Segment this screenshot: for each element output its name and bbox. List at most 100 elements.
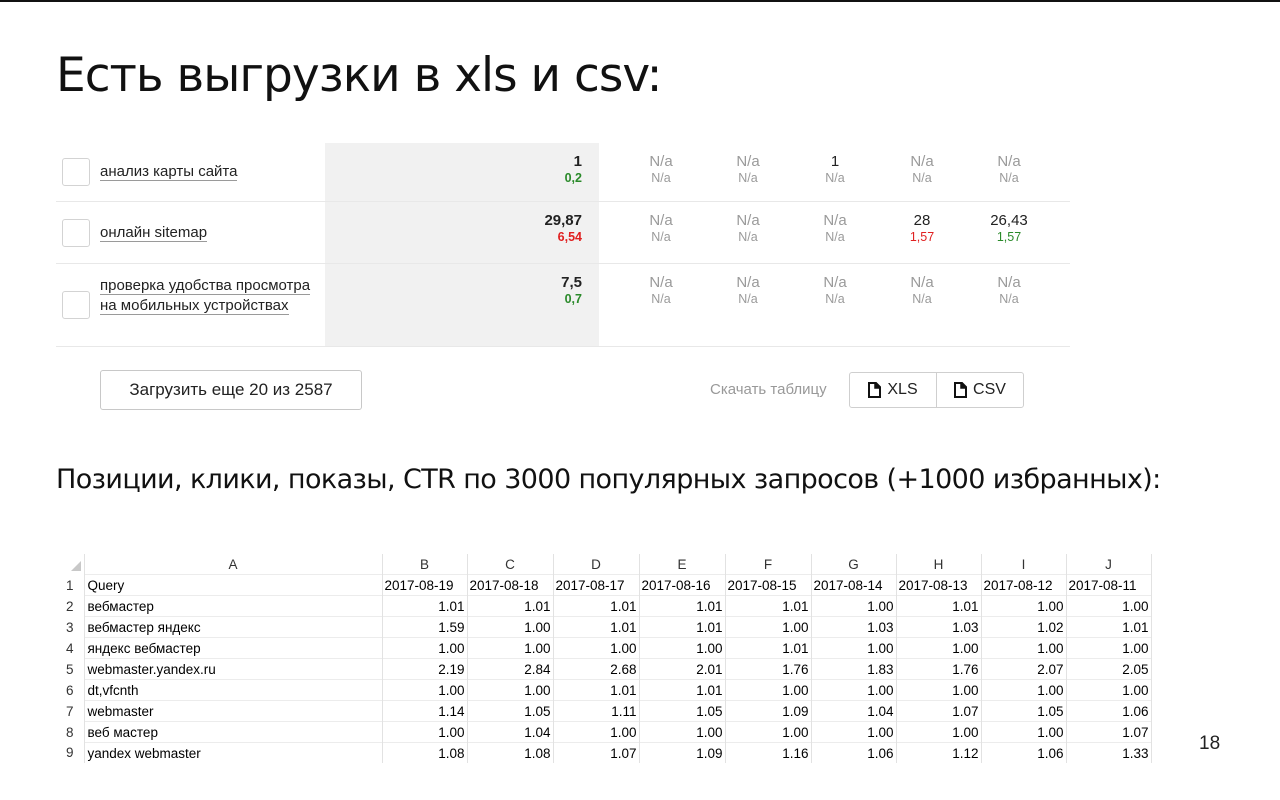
sheet-cell[interactable]: 1.08 — [382, 742, 468, 763]
sheet-cell[interactable]: 1.09 — [639, 742, 726, 763]
sheet-cell[interactable]: 1.14 — [382, 700, 468, 722]
column-header[interactable]: C — [467, 554, 554, 575]
column-header[interactable]: I — [981, 554, 1067, 575]
sheet-cell[interactable]: 2017-08-11 — [1066, 574, 1152, 596]
sheet-cell[interactable]: яндекс вебмастер — [84, 637, 383, 659]
sheet-cell[interactable]: 2017-08-12 — [981, 574, 1067, 596]
sheet-cell[interactable]: 1.00 — [981, 637, 1067, 659]
sheet-cell[interactable]: 1.00 — [725, 616, 812, 638]
sheet-cell[interactable]: 2017-08-18 — [467, 574, 554, 596]
sheet-cell[interactable]: 1.05 — [467, 700, 554, 722]
sheet-cell[interactable]: 1.01 — [553, 616, 640, 638]
sheet-cell[interactable]: yandex webmaster — [84, 742, 383, 763]
column-header[interactable]: G — [811, 554, 897, 575]
sheet-cell[interactable]: 1.76 — [725, 658, 812, 680]
sheet-cell[interactable]: 2.84 — [467, 658, 554, 680]
download-xls-button[interactable]: XLS — [850, 373, 936, 407]
sheet-cell[interactable]: 1.01 — [725, 595, 812, 617]
sheet-cell[interactable]: 1.05 — [981, 700, 1067, 722]
sheet-cell[interactable]: 1.01 — [639, 595, 726, 617]
select-all-corner[interactable] — [56, 554, 85, 575]
sheet-cell[interactable]: 2017-08-17 — [553, 574, 640, 596]
sheet-cell[interactable]: dt,vfcnth — [84, 679, 383, 701]
sheet-cell[interactable]: 1.01 — [725, 637, 812, 659]
sheet-cell[interactable]: 2.07 — [981, 658, 1067, 680]
sheet-cell[interactable]: 1.00 — [811, 721, 897, 743]
sheet-cell[interactable]: 1.83 — [811, 658, 897, 680]
query-link[interactable]: анализ карты сайта — [100, 162, 320, 182]
sheet-cell[interactable]: 1.07 — [896, 700, 982, 722]
sheet-cell[interactable]: 1.00 — [896, 721, 982, 743]
sheet-cell[interactable]: 1.03 — [811, 616, 897, 638]
sheet-cell[interactable]: 1.00 — [896, 637, 982, 659]
sheet-cell[interactable]: 1.00 — [981, 721, 1067, 743]
sheet-cell[interactable]: 1.00 — [553, 637, 640, 659]
sheet-cell[interactable]: 1.01 — [382, 595, 468, 617]
sheet-cell[interactable]: 1.00 — [811, 679, 897, 701]
sheet-cell[interactable]: 1.01 — [553, 595, 640, 617]
sheet-cell[interactable]: 1.00 — [981, 595, 1067, 617]
sheet-cell[interactable]: 1.09 — [725, 700, 812, 722]
sheet-cell[interactable]: 1.12 — [896, 742, 982, 763]
sheet-cell[interactable]: 1.06 — [1066, 700, 1152, 722]
sheet-cell[interactable]: 2017-08-15 — [725, 574, 812, 596]
sheet-cell[interactable]: 2017-08-14 — [811, 574, 897, 596]
column-header[interactable]: F — [725, 554, 812, 575]
sheet-cell[interactable]: вебмастер — [84, 595, 383, 617]
row-checkbox[interactable] — [62, 158, 90, 186]
row-number[interactable]: 9 — [56, 742, 85, 763]
sheet-cell[interactable]: вебмастер яндекс — [84, 616, 383, 638]
sheet-cell[interactable]: 1.00 — [467, 679, 554, 701]
sheet-cell[interactable]: 1.01 — [467, 595, 554, 617]
download-csv-button[interactable]: CSV — [936, 373, 1023, 407]
sheet-cell[interactable]: 1.00 — [639, 721, 726, 743]
column-header[interactable]: B — [382, 554, 468, 575]
sheet-cell[interactable]: 2.19 — [382, 658, 468, 680]
column-header[interactable]: E — [639, 554, 726, 575]
row-checkbox[interactable] — [62, 291, 90, 319]
row-number[interactable]: 2 — [56, 595, 85, 617]
sheet-cell[interactable]: 1.00 — [1066, 595, 1152, 617]
sheet-cell[interactable]: 1.33 — [1066, 742, 1152, 763]
sheet-cell[interactable]: 1.00 — [553, 721, 640, 743]
sheet-cell[interactable]: 2.68 — [553, 658, 640, 680]
row-number[interactable]: 4 — [56, 637, 85, 659]
sheet-cell[interactable]: 1.00 — [896, 679, 982, 701]
sheet-cell[interactable]: 1.00 — [725, 721, 812, 743]
sheet-cell[interactable]: 1.11 — [553, 700, 640, 722]
sheet-cell[interactable]: 1.07 — [1066, 721, 1152, 743]
row-checkbox[interactable] — [62, 218, 90, 247]
query-link[interactable]: онлайн sitemap — [100, 223, 320, 243]
sheet-cell[interactable]: 1.01 — [896, 595, 982, 617]
column-header[interactable]: J — [1066, 554, 1152, 575]
sheet-cell[interactable]: 1.01 — [1066, 616, 1152, 638]
sheet-cell[interactable]: 1.00 — [981, 679, 1067, 701]
sheet-cell[interactable]: webmaster — [84, 700, 383, 722]
sheet-cell[interactable]: 2.01 — [639, 658, 726, 680]
sheet-cell[interactable]: 1.00 — [725, 679, 812, 701]
sheet-cell[interactable]: 2.05 — [1066, 658, 1152, 680]
sheet-cell[interactable]: 1.00 — [382, 721, 468, 743]
sheet-cell[interactable]: веб мастер — [84, 721, 383, 743]
sheet-cell[interactable]: 1.01 — [639, 616, 726, 638]
sheet-cell[interactable]: 1.00 — [1066, 679, 1152, 701]
sheet-cell[interactable]: 1.00 — [1066, 637, 1152, 659]
row-number[interactable]: 5 — [56, 658, 85, 680]
sheet-cell[interactable]: 1.00 — [811, 595, 897, 617]
sheet-cell[interactable]: 1.76 — [896, 658, 982, 680]
sheet-cell[interactable]: 1.06 — [981, 742, 1067, 763]
load-more-button[interactable]: Загрузить еще 20 из 2587 — [100, 370, 362, 410]
sheet-cell[interactable]: 2017-08-13 — [896, 574, 982, 596]
sheet-cell[interactable]: 1.01 — [639, 679, 726, 701]
sheet-cell[interactable]: 1.59 — [382, 616, 468, 638]
sheet-cell[interactable]: 1.01 — [553, 679, 640, 701]
row-number[interactable]: 8 — [56, 721, 85, 743]
sheet-cell[interactable]: webmaster.yandex.ru — [84, 658, 383, 680]
sheet-cell[interactable]: 1.02 — [981, 616, 1067, 638]
sheet-cell[interactable]: 1.07 — [553, 742, 640, 763]
row-number[interactable]: 6 — [56, 679, 85, 701]
sheet-cell[interactable]: 1.00 — [382, 679, 468, 701]
sheet-cell[interactable]: 1.03 — [896, 616, 982, 638]
column-header[interactable]: H — [896, 554, 982, 575]
column-header[interactable]: A — [84, 554, 383, 575]
